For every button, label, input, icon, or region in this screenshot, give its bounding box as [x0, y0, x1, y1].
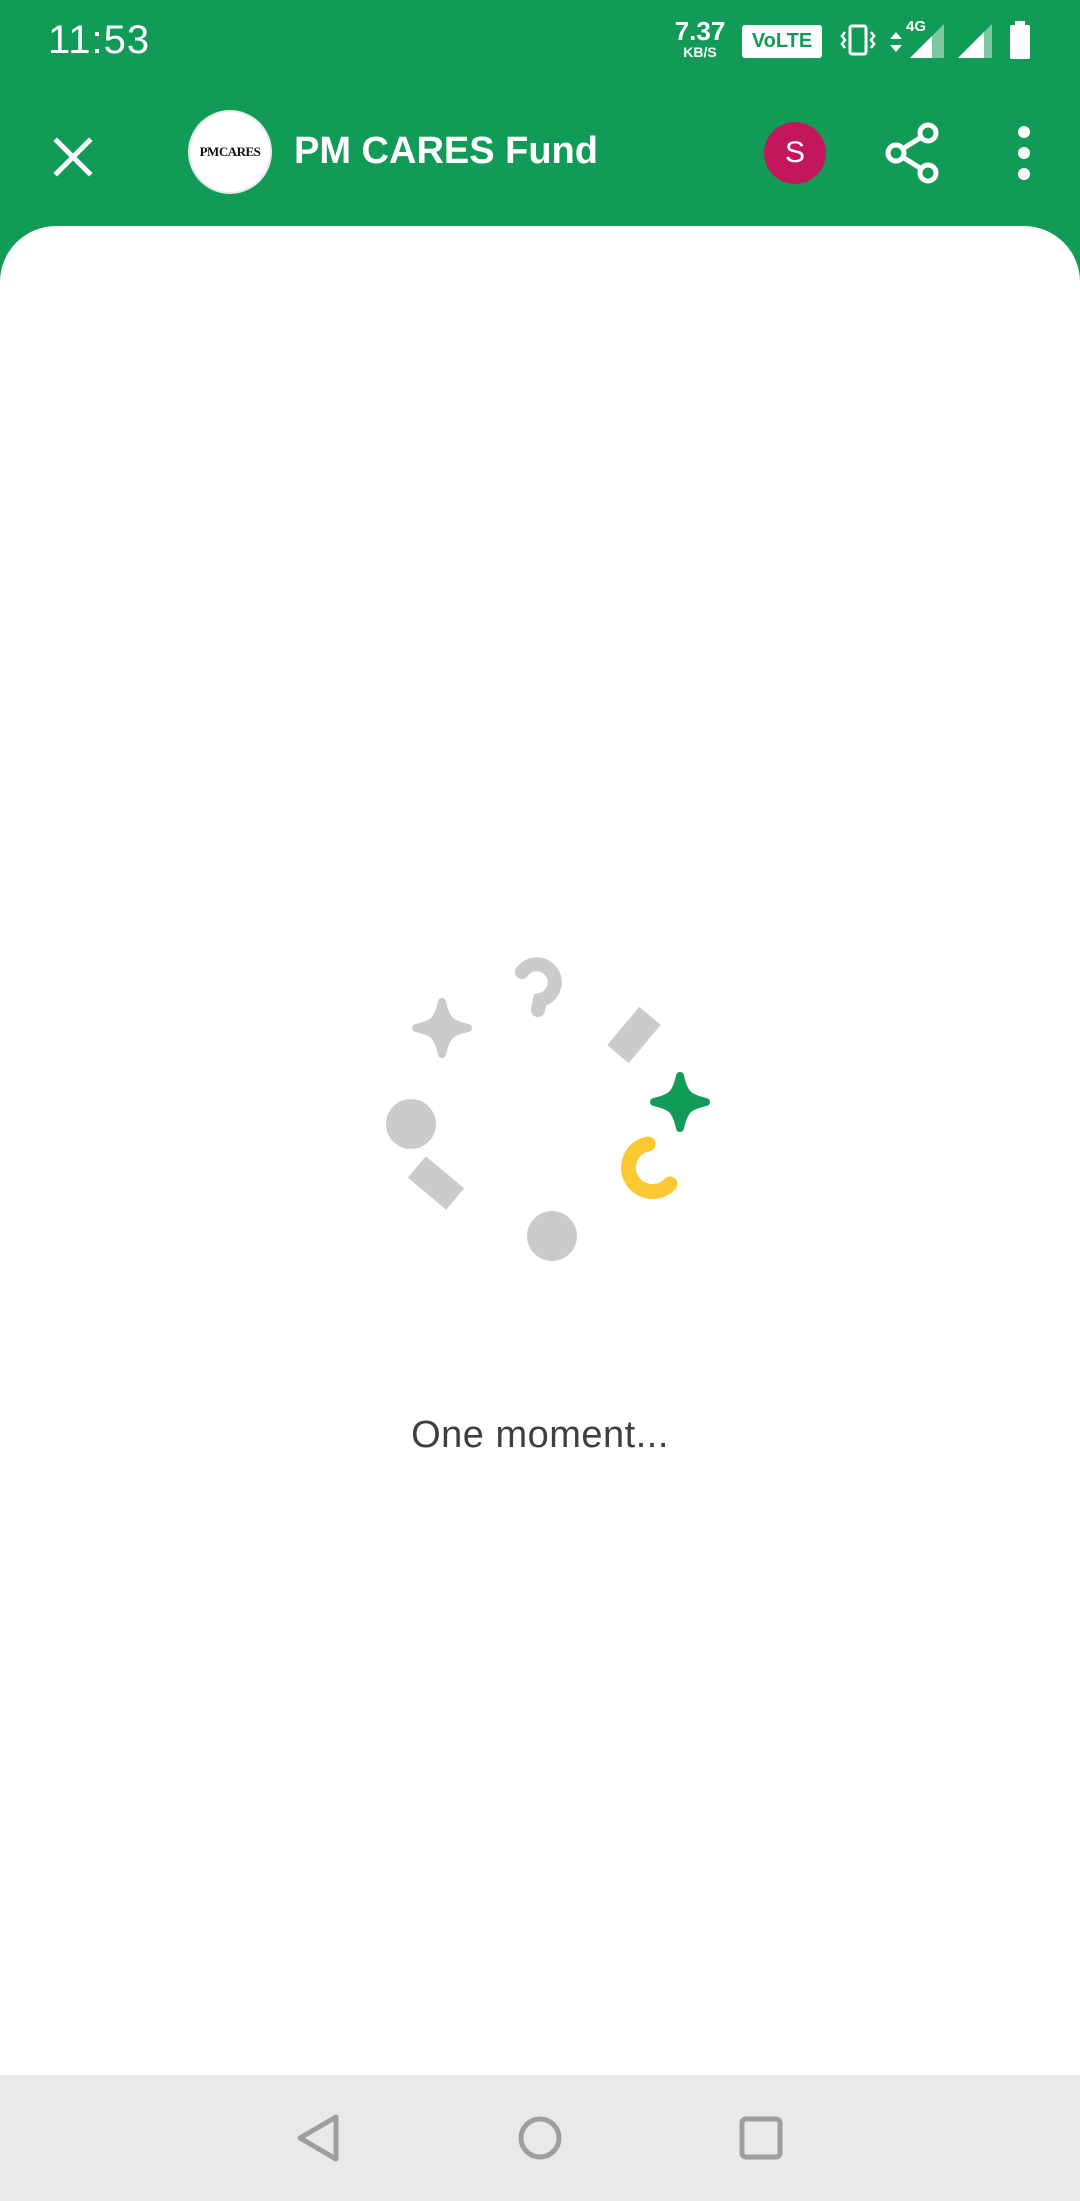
spinner-green-star-shape	[650, 1072, 710, 1132]
loading-spinner	[386, 957, 710, 1261]
network-speed-unit: KB/S	[683, 44, 717, 60]
merchant-logo: PMCARES	[188, 110, 272, 194]
merchant-logo-text: PMCARES	[199, 144, 261, 159]
vibrate-icon	[840, 24, 876, 56]
more-vert-icon[interactable]	[1004, 120, 1044, 186]
page-title: PM CARES Fund	[294, 130, 598, 172]
recents-icon[interactable]	[728, 2105, 794, 2171]
app-bar: PMCARES PM CARES Fund S	[0, 80, 1080, 230]
spinner-rect-shape-2	[407, 1156, 465, 1210]
system-nav-bar	[0, 2075, 1080, 2201]
user-avatar[interactable]: S	[764, 122, 826, 184]
status-time: 11:53	[48, 18, 151, 62]
spinner-rect-shape	[607, 1006, 661, 1064]
back-icon[interactable]	[286, 2105, 352, 2171]
status-bar: 11:53 7.37 KB/S VoLTE 4G	[0, 0, 1080, 80]
signal-icon-2	[958, 24, 992, 58]
data-arrows-icon	[890, 32, 902, 52]
close-icon	[53, 137, 93, 177]
spinner-hook-shape	[515, 957, 562, 1017]
network-speed-value: 7.37	[674, 16, 726, 46]
network-speed: 7.37 KB/S	[670, 18, 730, 59]
volte-badge: VoLTE	[742, 25, 822, 58]
share-icon[interactable]	[882, 120, 942, 186]
content-sheet: One moment...	[0, 226, 1080, 2075]
spinner-star-shape	[412, 998, 472, 1058]
loading-message: One moment...	[411, 1414, 669, 1456]
battery-icon	[1010, 21, 1030, 59]
spinner-circle-shape	[386, 1099, 436, 1149]
signal-icon	[910, 24, 944, 58]
home-icon[interactable]	[507, 2105, 573, 2171]
spinner-crescent-shape	[621, 1136, 678, 1200]
close-button[interactable]	[38, 122, 108, 192]
spinner-circle-shape-2	[527, 1211, 577, 1261]
